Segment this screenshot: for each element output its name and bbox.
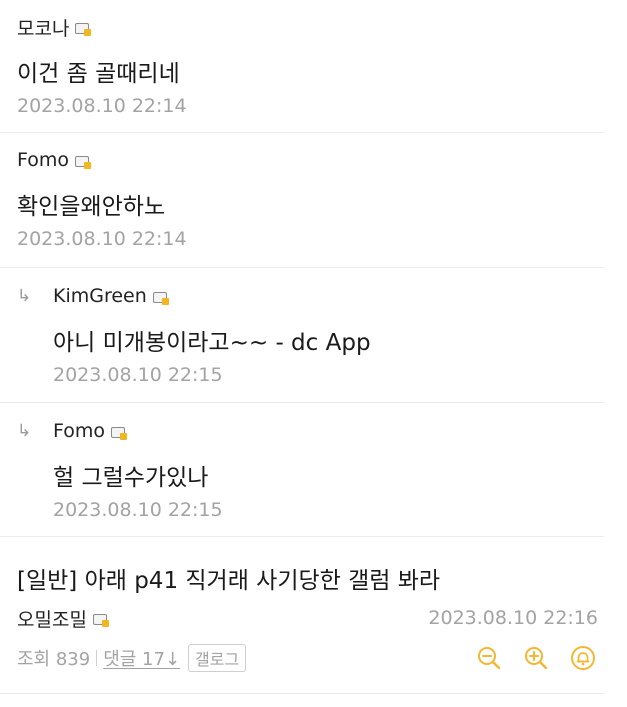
fixed-nick-icon (92, 614, 109, 627)
view-count: 조회 839 (17, 649, 91, 670)
post-date: 2023.08.10 22:16 (428, 607, 598, 629)
reply-arrow-icon: ↳ (17, 421, 32, 441)
comment-item: Fomo 확인을왜안하노 2023.08.10 22:14 (0, 133, 604, 268)
fixed-nick-icon (75, 23, 92, 36)
post-author-nickname[interactable]: 오밀조밀 (17, 605, 87, 632)
comment-nickname[interactable]: 모코나 (17, 14, 69, 41)
reply-item: ↳ KimGreen 아니 미개봉이라고~~ - dc App 2023.08.… (0, 268, 604, 403)
comment-date: 2023.08.10 22:15 (53, 499, 223, 521)
divider (96, 650, 98, 666)
fixed-nick-icon (152, 292, 169, 305)
comment-nickname[interactable]: KimGreen (53, 285, 147, 307)
reply-item: ↳ Fomo 헐 그럴수가있나 2023.08.10 22:15 (0, 403, 604, 537)
comment-text: 확인을왜안하노 (17, 194, 166, 220)
comment-text: 이건 좀 골때리네 (17, 61, 180, 87)
post-list-item[interactable]: [일반] 아래 p41 직거래 사기당한 갤럼 봐라 오밀조밀 2023.08.… (0, 537, 604, 694)
zoom-in-icon[interactable] (519, 642, 553, 674)
post-author[interactable]: 오밀조밀 (17, 605, 109, 632)
comment-author[interactable]: ↳ KimGreen (17, 283, 169, 309)
fixed-nick-icon (75, 156, 92, 169)
comment-count-link[interactable]: 댓글 17↓ (103, 645, 180, 671)
reply-arrow-icon: ↳ (17, 286, 32, 306)
comment-date: 2023.08.10 22:14 (17, 95, 187, 117)
comment-text: 아니 미개봉이라고~~ - dc App (53, 330, 371, 356)
post-tools (472, 642, 600, 674)
post-title[interactable]: [일반] 아래 p41 직거래 사기당한 갤럼 봐라 (17, 561, 440, 595)
bell-icon[interactable] (566, 642, 600, 674)
comment-item: 모코나 이건 좀 골때리네 2023.08.10 22:14 (0, 0, 604, 133)
zoom-out-icon[interactable] (472, 642, 506, 674)
gallog-button[interactable]: 갤로그 (188, 644, 247, 672)
comment-nickname[interactable]: Fomo (17, 149, 69, 171)
comment-nickname[interactable]: Fomo (53, 420, 105, 442)
fixed-nick-icon (111, 427, 128, 440)
comment-date: 2023.08.10 22:15 (53, 364, 223, 386)
comment-author[interactable]: Fomo (17, 147, 92, 173)
comment-author[interactable]: 모코나 (17, 14, 92, 41)
comment-author[interactable]: ↳ Fomo (17, 418, 128, 444)
comment-text: 헐 그럴수가있나 (53, 465, 209, 491)
post-meta: 조회 839 댓글 17↓ 갤로그 (17, 643, 247, 673)
comment-date: 2023.08.10 22:14 (17, 228, 187, 250)
